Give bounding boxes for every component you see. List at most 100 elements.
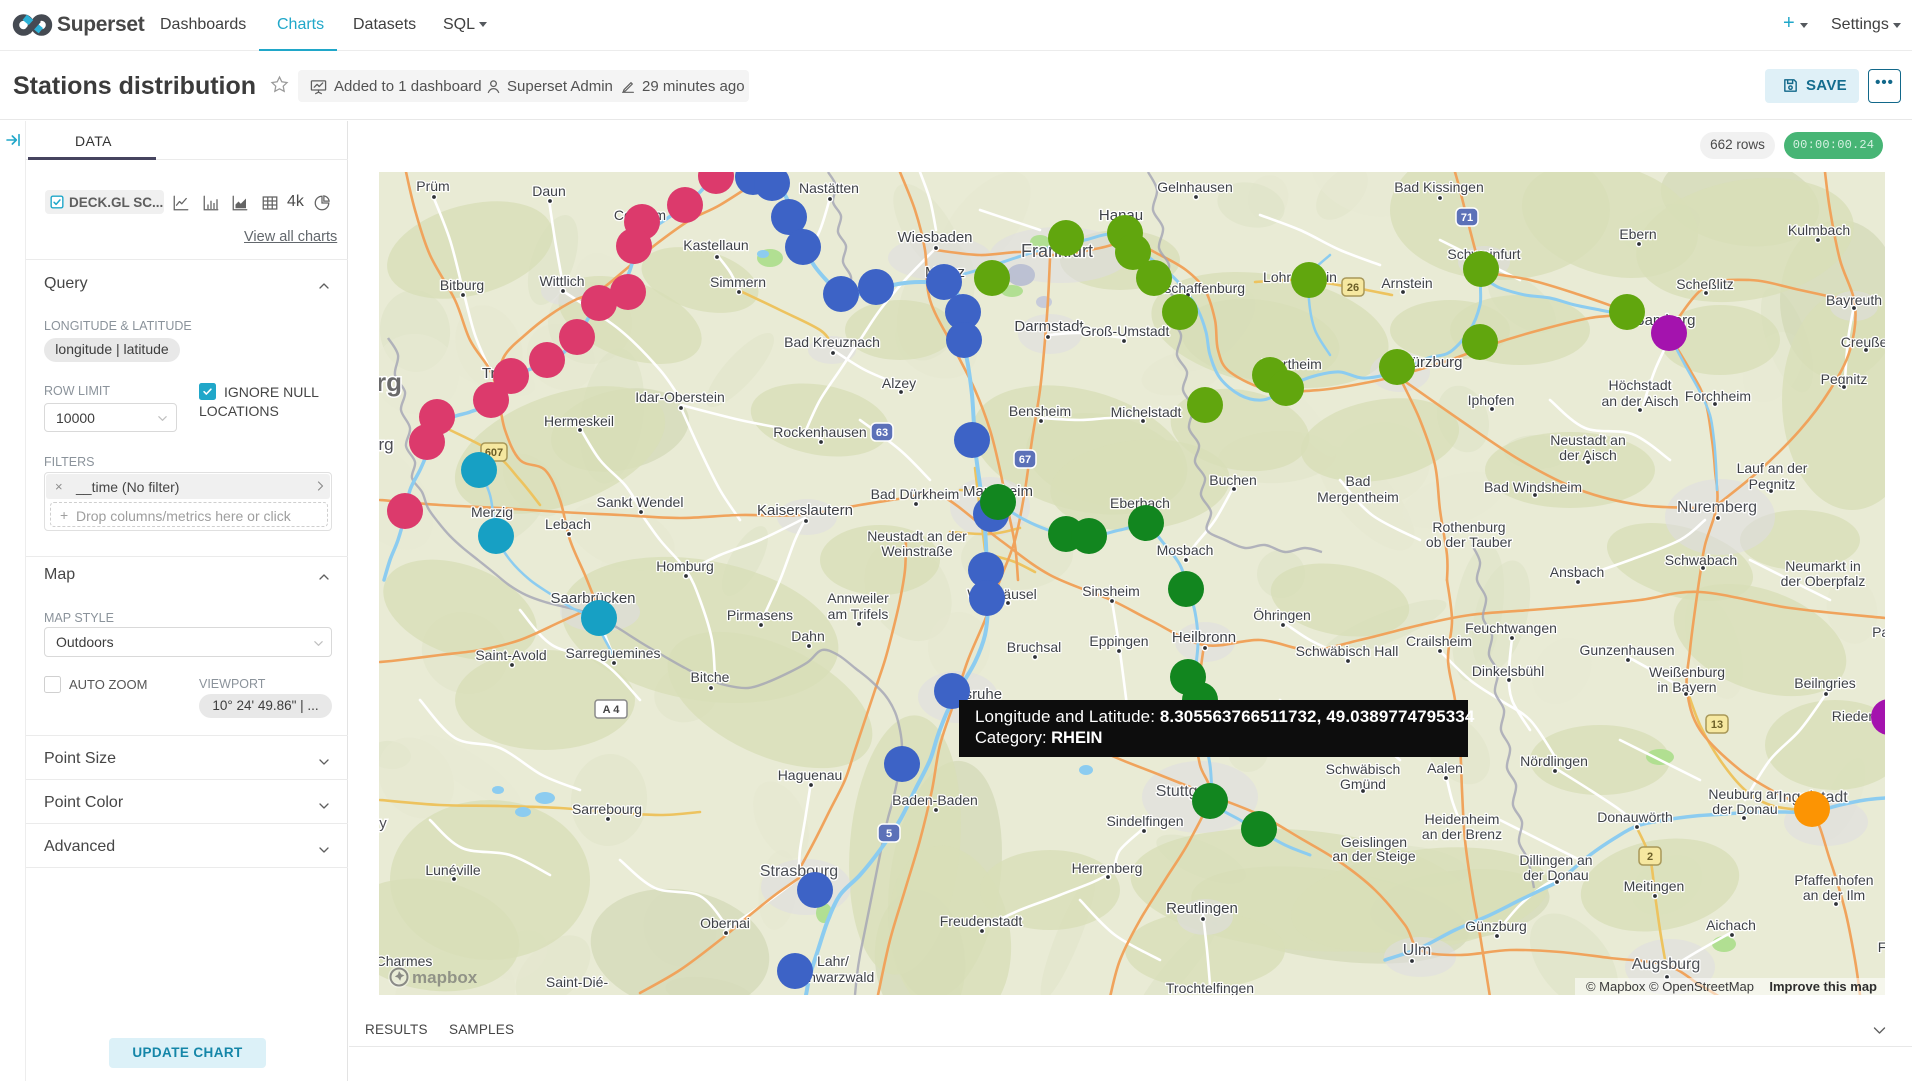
svg-text:Neuburg an: Neuburg an: [1708, 786, 1781, 802]
svg-text:mapbox: mapbox: [412, 968, 478, 987]
svg-text:Lahr/: Lahr/: [817, 953, 849, 969]
svg-text:Schwäbisch Hall: Schwäbisch Hall: [1296, 643, 1399, 659]
svg-text:Kaiserslautern: Kaiserslautern: [757, 502, 853, 519]
svg-text:Mergentheim: Mergentheim: [1317, 489, 1399, 505]
svg-text:Meitingen: Meitingen: [1624, 878, 1685, 894]
svg-text:an der Steige: an der Steige: [1332, 848, 1415, 864]
svg-text:Nastätten: Nastätten: [799, 180, 859, 196]
svg-text:Sarrebourg: Sarrebourg: [572, 801, 642, 817]
svg-text:Weißenburg: Weißenburg: [1649, 664, 1725, 680]
svg-text:y: y: [379, 815, 387, 832]
svg-text:Rockenhausen: Rockenhausen: [773, 424, 866, 440]
svg-text:Bensheim: Bensheim: [1009, 403, 1071, 419]
svg-text:Eppingen: Eppingen: [1089, 633, 1148, 649]
svg-text:Bad Dürkheim: Bad Dürkheim: [871, 486, 960, 502]
svg-text:Dahn: Dahn: [791, 628, 824, 644]
svg-text:Neumarkt in: Neumarkt in: [1785, 558, 1860, 574]
svg-text:Neustadt an: Neustadt an: [1550, 432, 1626, 448]
svg-text:der Oberpfalz: der Oberpfalz: [1781, 573, 1866, 589]
svg-text:an der Brenz: an der Brenz: [1422, 826, 1502, 842]
svg-text:Rothenburg: Rothenburg: [1432, 519, 1505, 535]
svg-text:13: 13: [1711, 719, 1723, 731]
svg-text:Mosbach: Mosbach: [1157, 542, 1214, 558]
svg-text:Bad Kissingen: Bad Kissingen: [1394, 179, 1484, 195]
svg-text:am Trifels: am Trifels: [828, 606, 889, 622]
svg-text:Neustadt an der: Neustadt an der: [867, 528, 967, 544]
svg-text:Wittlich: Wittlich: [539, 273, 584, 289]
svg-text:Ebern: Ebern: [1619, 226, 1656, 242]
svg-text:Haguenau: Haguenau: [778, 767, 843, 783]
svg-text:Bruchsal: Bruchsal: [1007, 639, 1061, 655]
svg-text:rg: rg: [379, 367, 402, 397]
svg-text:Improve this map: Improve this map: [1769, 979, 1877, 994]
svg-text:Reutlingen: Reutlingen: [1166, 900, 1238, 917]
svg-text:Simmern: Simmern: [710, 274, 766, 290]
svg-text:Idar-Oberstein: Idar-Oberstein: [635, 389, 724, 405]
svg-text:71: 71: [1461, 212, 1473, 224]
svg-text:Gelnhausen: Gelnhausen: [1157, 179, 1233, 195]
svg-text:Sindelfingen: Sindelfingen: [1106, 813, 1183, 829]
svg-text:Merzig: Merzig: [471, 504, 513, 520]
svg-text:Aalen: Aalen: [1427, 760, 1463, 776]
svg-text:Herrenberg: Herrenberg: [1072, 860, 1143, 876]
svg-text:26: 26: [1347, 282, 1359, 294]
svg-text:5: 5: [886, 828, 892, 840]
svg-text:Bad Kreuznach: Bad Kreuznach: [784, 334, 880, 350]
svg-text:Par: Par: [1872, 624, 1885, 640]
svg-text:Augsburg: Augsburg: [1632, 956, 1701, 973]
svg-text:Arnstein: Arnstein: [1381, 275, 1432, 291]
svg-text:Beilngries: Beilngries: [1794, 675, 1855, 691]
svg-text:Sarreguemines: Sarreguemines: [566, 645, 661, 661]
svg-text:Lunéville: Lunéville: [425, 862, 480, 878]
svg-text:Trochtelfingen: Trochtelfingen: [1166, 980, 1254, 995]
svg-text:Öhringen: Öhringen: [1253, 606, 1311, 623]
svg-text:Homburg: Homburg: [656, 558, 714, 574]
svg-text:Donauwörth: Donauwörth: [1597, 809, 1673, 825]
svg-text:Creußen: Creußen: [1841, 334, 1885, 350]
svg-text:Günzburg: Günzburg: [1465, 918, 1526, 934]
svg-text:Saint-Avold: Saint-Avold: [475, 647, 546, 663]
svg-text:Nuremberg: Nuremberg: [1677, 499, 1757, 516]
svg-text:Buchen: Buchen: [1209, 472, 1256, 488]
svg-text:Scheßlitz: Scheßlitz: [1676, 276, 1734, 292]
svg-text:Darmstadt: Darmstadt: [1014, 318, 1084, 335]
svg-text:Alzey: Alzey: [882, 375, 916, 391]
svg-text:Iphofen: Iphofen: [1468, 392, 1515, 408]
svg-text:Kastellaun: Kastellaun: [683, 237, 748, 253]
svg-text:Pfaffenhofen: Pfaffenhofen: [1794, 872, 1873, 888]
svg-text:Forchheim: Forchheim: [1685, 388, 1751, 404]
svg-text:ob der Tauber: ob der Tauber: [1426, 534, 1512, 550]
svg-text:Lauf an der: Lauf an der: [1737, 460, 1808, 476]
svg-text:Freudenstadt: Freudenstadt: [940, 913, 1023, 929]
svg-text:Kulmbach: Kulmbach: [1788, 222, 1850, 238]
svg-text:63: 63: [876, 427, 888, 439]
svg-text:Prüm: Prüm: [416, 178, 449, 194]
svg-text:der Donau: der Donau: [1712, 801, 1777, 817]
svg-text:Lebach: Lebach: [545, 516, 591, 532]
svg-text:Bad: Bad: [1346, 473, 1371, 489]
svg-text:Dillingen an: Dillingen an: [1519, 852, 1592, 868]
svg-text:Daun: Daun: [532, 183, 565, 199]
svg-text:Charmes: Charmes: [379, 953, 432, 969]
svg-text:A 4: A 4: [603, 704, 621, 716]
svg-text:rg: rg: [379, 435, 394, 454]
svg-text:Wiesbaden: Wiesbaden: [897, 229, 972, 246]
svg-text:Feuchtwangen: Feuchtwangen: [1465, 620, 1557, 636]
svg-text:Gunzenhausen: Gunzenhausen: [1580, 642, 1675, 658]
svg-text:Nördlingen: Nördlingen: [1520, 753, 1588, 769]
svg-text:Bitche: Bitche: [691, 669, 730, 685]
svg-text:Saint-Dié-: Saint-Dié-: [546, 974, 609, 990]
svg-text:Baden-Baden: Baden-Baden: [892, 792, 978, 808]
svg-text:Michelstadt: Michelstadt: [1111, 404, 1182, 420]
svg-text:Hermeskeil: Hermeskeil: [544, 413, 614, 429]
svg-text:2: 2: [1647, 851, 1653, 863]
svg-text:Obernai: Obernai: [700, 915, 750, 931]
svg-text:Bitburg: Bitburg: [440, 277, 484, 293]
svg-text:Sankt Wendel: Sankt Wendel: [597, 494, 684, 510]
svg-text:© Mapbox © OpenStreetMap: © Mapbox © OpenStreetMap: [1586, 979, 1754, 994]
svg-text:Höchstadt: Höchstadt: [1608, 377, 1671, 393]
svg-text:Weinstraße: Weinstraße: [881, 543, 953, 559]
svg-text:Crailsheim: Crailsheim: [1406, 633, 1472, 649]
svg-text:Groß-Umstadt: Groß-Umstadt: [1081, 323, 1170, 339]
svg-text:Schwäbisch: Schwäbisch: [1326, 761, 1401, 777]
